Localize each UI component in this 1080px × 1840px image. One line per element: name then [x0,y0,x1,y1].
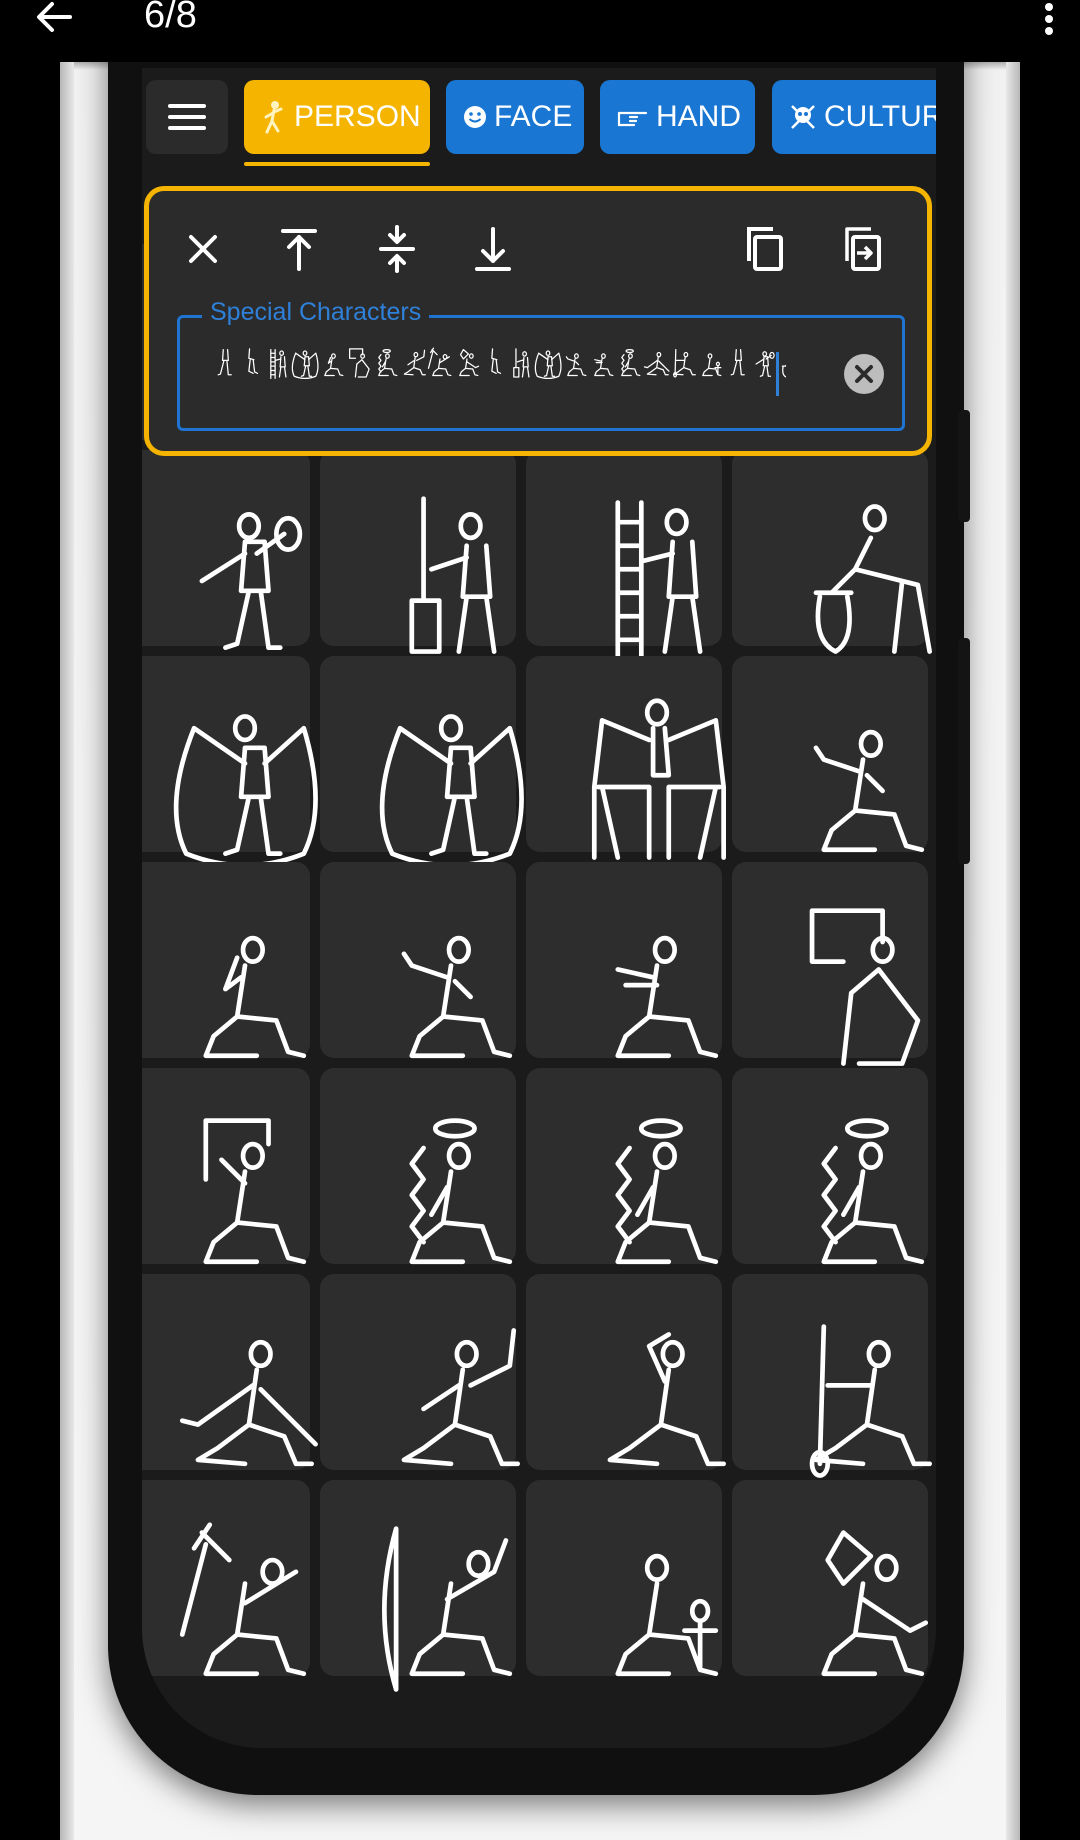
glyph-tile[interactable] [142,1480,310,1677]
glyph-tile[interactable] [732,862,928,1066]
man-with-pestle-icon [409,496,497,654]
kneeling-man-both-hands-icon [615,935,719,1059]
arrow-left-icon [37,2,72,32]
glyph-tile[interactable] [732,656,928,853]
move-to-top-icon[interactable] [275,225,323,273]
tab-face[interactable]: FACE [446,80,584,154]
volume-button [958,410,970,522]
field-value-glyphs[interactable] [206,346,786,396]
tab-hand[interactable]: HAND [600,80,755,154]
kneeling-man-with-cone-icon [821,1118,925,1265]
tab-label: PERSON [294,100,421,133]
more-vert-icon [1045,3,1053,11]
person-walking-icon [264,101,283,134]
kneeling-man-with-cone-icon [615,1118,719,1265]
copy-paste-icon[interactable] [839,225,887,273]
man-with-frame-icon [809,908,921,1066]
man-with-ladder-icon [615,500,703,662]
glyph-tile[interactable] [732,1274,932,1478]
copy-icon[interactable] [741,225,789,273]
kneeling-man-praising-icon [401,935,513,1059]
tab-person[interactable]: PERSON [244,80,430,154]
seated-man-with-staff-icon [809,1324,932,1478]
move-to-middle-icon[interactable] [373,225,421,273]
glyph-tile[interactable] [732,1480,929,1677]
glyph-tile[interactable] [526,862,722,1059]
clear-text-button[interactable] [844,354,884,394]
glyph-tile[interactable] [142,450,310,650]
glyph-tile[interactable] [732,1068,928,1265]
man-with-axe-icon [179,1522,307,1677]
glyph-tile[interactable] [320,862,516,1059]
man-with-sack-icon [199,512,303,650]
glyph-tile[interactable] [526,1068,722,1265]
entered-glyph-icon [781,364,786,378]
close-icon[interactable] [179,225,227,273]
image-counter: 6/8 [144,0,197,36]
glyph-tile[interactable] [320,450,516,654]
category-tab-bar: PERSON FACE HAND CULTUR [142,68,936,166]
glyph-tile[interactable] [526,1274,726,1470]
man-with-ankh-icon [615,1553,719,1677]
selected-tab-indicator [244,162,430,166]
glyph-tile[interactable] [732,450,932,654]
tab-label: FACE [494,100,573,133]
clear-icon [855,365,873,383]
man-with-bird-icon [821,1530,929,1677]
special-characters-field[interactable]: Special Characters [177,298,905,431]
glyph-tile[interactable] [320,1274,520,1470]
glyph-tile[interactable] [320,656,524,868]
power-button [958,638,970,864]
kneeling-man-with-frame-icon [203,1118,307,1265]
glyph-tile[interactable] [142,1068,310,1265]
text-editor-panel: Special Characters [144,186,932,456]
field-label: Special Characters [202,298,430,327]
smiley-face-icon [464,106,486,128]
glyph-tile[interactable] [526,1480,722,1677]
seated-man-arms-out-icon [179,1340,318,1467]
man-with-bow-icon [382,1526,513,1692]
kneeling-man-hand-to-mouth-icon [203,935,307,1059]
move-to-bottom-icon[interactable] [469,225,517,273]
text-caret [776,352,779,396]
seated-man-hand-on-head-icon [607,1332,726,1467]
glyph-tile[interactable] [142,656,318,868]
glyph-tile[interactable] [526,656,726,860]
man-with-pot-icon [813,504,932,654]
man-between-giraffes-icon [591,698,726,860]
tab-label: HAND [656,100,742,133]
glyph-tile[interactable] [142,862,310,1059]
app-screen: PERSON FACE HAND CULTUR Special Characte… [142,68,936,1748]
kneeling-man-with-cone-icon [409,1118,513,1265]
tab-culture[interactable]: CULTUR [772,80,936,154]
tab-label: CULTUR [824,100,936,133]
seated-man-hand-raised-icon [401,1328,520,1467]
glyph-tile[interactable] [142,1274,318,1470]
kneeling-man-praising-icon [813,729,925,853]
man-with-ropes-icon [173,714,318,868]
skull-crossbones-icon [791,105,815,129]
more-options-button[interactable] [1034,0,1064,36]
glyph-tile[interactable] [320,1480,516,1692]
glyph-tile[interactable] [526,450,722,662]
pointing-hand-icon [617,111,648,127]
hamburger-icon [168,104,206,108]
menu-button[interactable] [146,80,228,154]
back-button[interactable] [34,0,84,40]
glyph-tile[interactable] [320,1068,516,1265]
man-with-ropes-icon [379,714,524,868]
